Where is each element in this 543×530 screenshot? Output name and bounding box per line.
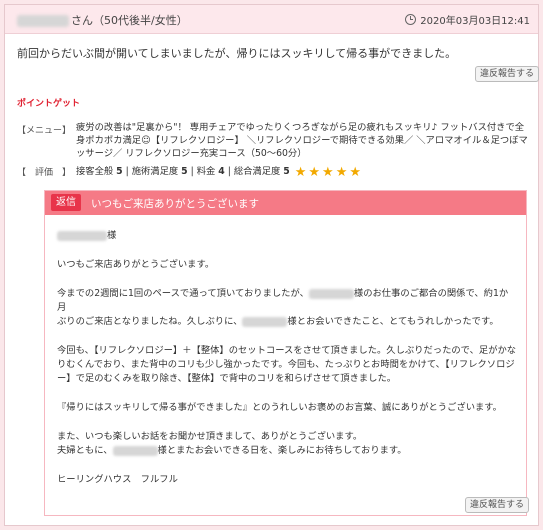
reply-paragraph-2: 今までの2週間に1回のペースで通って頂いておりましたが、 様のお仕事のご都合の関係…	[57, 287, 517, 329]
reply-line-1: いつもご来店ありがとうございます。	[57, 259, 215, 270]
reply-p2-part-c: ぶりのご来店となりましたね。久しぶりに、	[57, 316, 243, 327]
report-button[interactable]: 違反報告する	[475, 66, 540, 82]
evaluation-label: 【 評価 】	[17, 168, 72, 178]
reply-header: 返信 いつもご来店ありがとうございます	[45, 191, 526, 215]
reply-report-button[interactable]: 違反報告する	[465, 497, 530, 513]
score-price-label: 料金	[196, 166, 216, 177]
reply-honorific: 様	[107, 230, 117, 241]
point-get-label: ポイントゲット	[17, 99, 81, 109]
review-datetime: 2020年03月03日12:41	[420, 16, 530, 27]
customer-name-redacted	[57, 230, 107, 241]
review-header: さん（50代後半/女性） 2020年03月03日12:41	[5, 5, 538, 34]
scores-row: 接客全般 5 | 施術満足度 5 | 料金 4 | 総合満足度 5 ★ ★ ★ ★ ★	[76, 165, 363, 180]
star-icon: ★	[335, 165, 348, 180]
star-icon: ★	[308, 165, 321, 180]
review-text: 前回からだいぶ間が開いてしまいましたが、帰りにはスッキリして帰る事ができました。	[17, 47, 457, 60]
score-facility-value: 5	[181, 166, 188, 177]
star-icon: ★	[349, 165, 362, 180]
score-price-value: 4	[218, 166, 225, 177]
review-card: さん（50代後半/女性） 2020年03月03日12:41 前回からだいぶ間が開…	[4, 4, 540, 526]
reply-salutation: 様	[57, 229, 517, 243]
score-service-label: 接客全般	[76, 166, 114, 177]
customer-name-redacted	[112, 445, 158, 456]
reviewer-name-redacted	[17, 15, 69, 27]
score-service-value: 5	[116, 166, 123, 177]
menu-text: 疲労の改善は"足裏から"！ 専用チェアでゆったりくつろぎながら足の疲れもスッキリ…	[76, 122, 528, 159]
score-overall-value: 5	[283, 166, 290, 177]
reply-body: 様 いつもご来店ありがとうございます。 今までの2週間に1回のペースで通って頂い…	[57, 229, 517, 487]
star-icon: ★	[294, 165, 307, 180]
clock-icon	[405, 14, 417, 25]
reply-title: いつもご来店ありがとうございます	[91, 198, 259, 210]
reviewer-demographic: さん（50代後半/女性）	[71, 14, 188, 27]
reply-p5-part-c: 様とまたお会いできる日を、楽しみにお待ちしております。	[157, 445, 407, 456]
review-date: 2020年03月03日12:41	[405, 12, 530, 27]
reply-paragraph-5b: 夫婦ともに、 様とまたお会いできる日を、楽しみにお待ちしております。	[57, 444, 517, 458]
reply-box: 返信 いつもご来店ありがとうございます 様 いつもご来店ありがとうございます。 …	[44, 190, 530, 516]
score-overall-label: 総合満足度	[233, 166, 281, 177]
reply-signature: ヒーリングハウス フルフル	[57, 474, 178, 485]
reply-paragraph-4: 『帰りにはスッキリして帰る事ができました』とのうれしいお褒めのお言葉、誠にありが…	[57, 402, 502, 413]
star-icon: ★	[322, 165, 334, 180]
reply-p5-part-b: 夫婦ともに、	[57, 445, 113, 456]
reviewer-info: さん（50代後半/女性）	[17, 12, 188, 28]
reply-paragraph-5a: また、いつも楽しいお話をお聞かせ頂きまして、ありがとうございます。	[57, 431, 363, 442]
score-facility-label: 施術満足度	[131, 166, 179, 177]
reply-p2-part-a: 今までの2週間に1回のペースで通って頂いておりましたが、	[57, 288, 309, 299]
customer-name-redacted	[308, 288, 354, 299]
reply-badge: 返信	[51, 194, 81, 211]
rating-stars: ★ ★ ★ ★ ★	[295, 165, 363, 180]
menu-label: 【メニュー】	[17, 126, 72, 136]
reply-paragraph-3: 今回も、【リフレクソロジー】＋【整体】のセットコースをさせて頂きました。久しぶり…	[57, 345, 517, 384]
reply-p2-part-d: 様とお会いできたこと、とてもうれしかったです。	[287, 316, 499, 327]
customer-name-redacted	[242, 316, 288, 327]
